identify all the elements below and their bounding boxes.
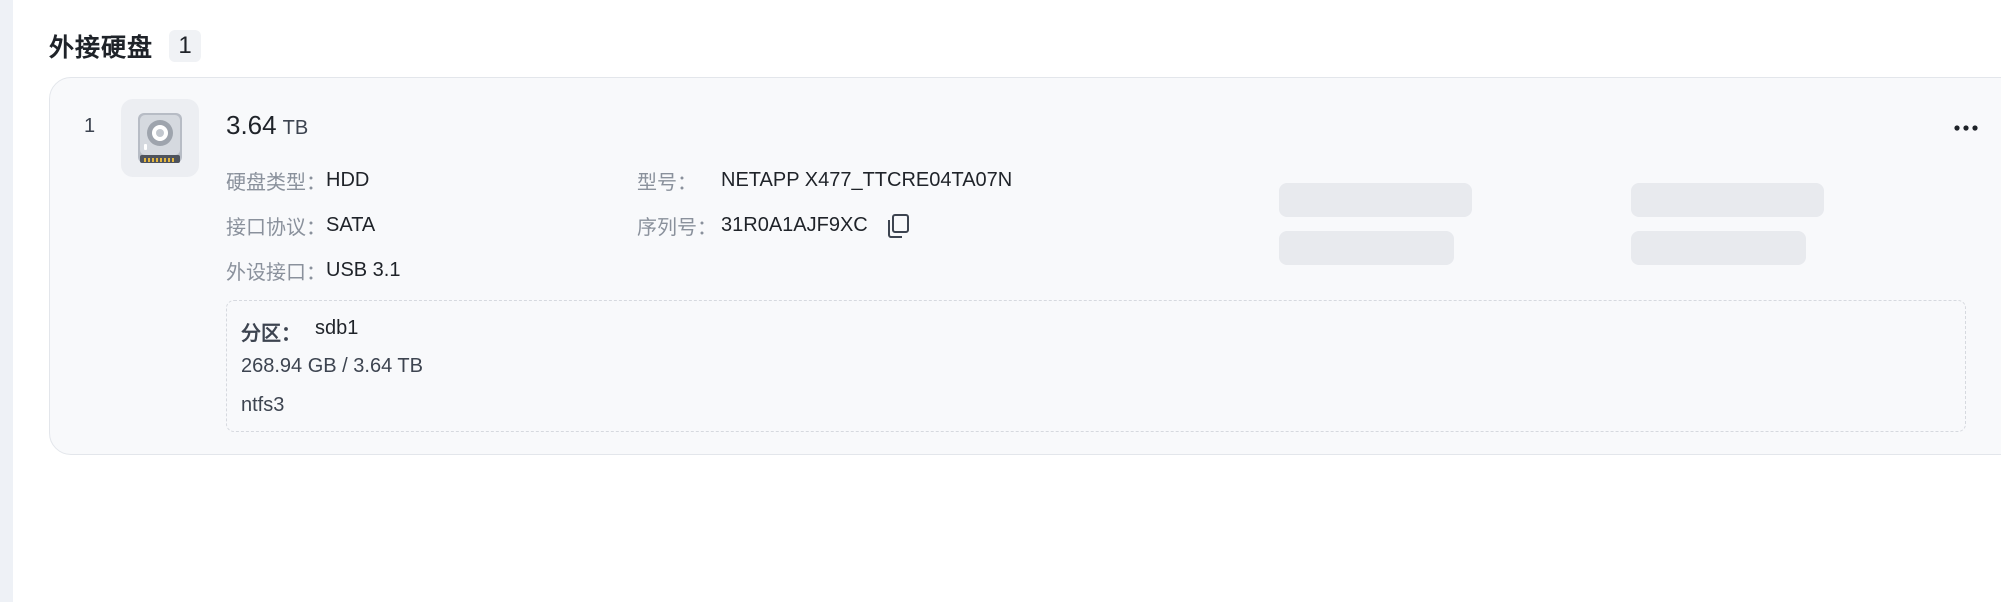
model-row: 型号： NETAPP X477_TTCRE04TA07N (637, 166, 1012, 195)
capacity-unit: TB (282, 117, 309, 139)
left-sidebar-edge (0, 0, 13, 602)
partition-label: 分区： (241, 323, 301, 345)
model-value: NETAPP X477_TTCRE04TA07N (721, 169, 1013, 191)
partition-panel: 分区： sdb1 268.94 GB / 3.64 TB ntfs3 (226, 300, 1966, 432)
external-disk-card: 1 3.64 TB 硬盘类型： HDD 接口协议： SATA 外设接口： USB… (49, 77, 2001, 455)
model-label: 型号： (637, 172, 697, 194)
copy-serial-button[interactable] (884, 212, 912, 240)
disk-type-value: HDD (326, 169, 370, 191)
hard-disk-icon (121, 99, 199, 177)
more-icon (1954, 125, 1978, 131)
loading-placeholder (1631, 231, 1806, 265)
disk-count-badge: 1 (169, 30, 202, 62)
interface-protocol-row: 接口协议： SATA (226, 211, 375, 240)
peripheral-port-row: 外设接口： USB 3.1 (226, 256, 400, 285)
serial-value: 31R0A1AJF9XC (721, 214, 868, 236)
partition-filesystem: ntfs3 (241, 394, 285, 416)
peripheral-port-value: USB 3.1 (326, 259, 401, 281)
peripheral-port-label: 外设接口： (226, 262, 326, 284)
disk-index: 1 (84, 115, 96, 137)
section-header: 外接硬盘 1 (49, 28, 202, 64)
disk-type-label: 硬盘类型： (226, 172, 326, 194)
partition-title: 分区： sdb1 (241, 317, 358, 346)
copy-icon (887, 213, 909, 238)
loading-placeholder (1279, 231, 1454, 265)
partition-usage: 268.94 GB / 3.64 TB (241, 355, 423, 377)
loading-placeholder (1279, 183, 1472, 217)
disk-type-row: 硬盘类型： HDD (226, 166, 369, 195)
serial-label: 序列号： (637, 217, 717, 239)
section-title: 外接硬盘 (49, 34, 154, 62)
interface-protocol-label: 接口协议： (226, 217, 326, 239)
partition-name: sdb1 (315, 317, 359, 339)
loading-placeholder (1631, 183, 1824, 217)
capacity-value: 3.64 (226, 110, 277, 140)
more-options-button[interactable] (1948, 118, 1984, 138)
serial-row: 序列号： 31R0A1AJF9XC (637, 211, 912, 240)
disk-capacity: 3.64 TB (226, 110, 308, 141)
interface-protocol-value: SATA (326, 214, 376, 236)
